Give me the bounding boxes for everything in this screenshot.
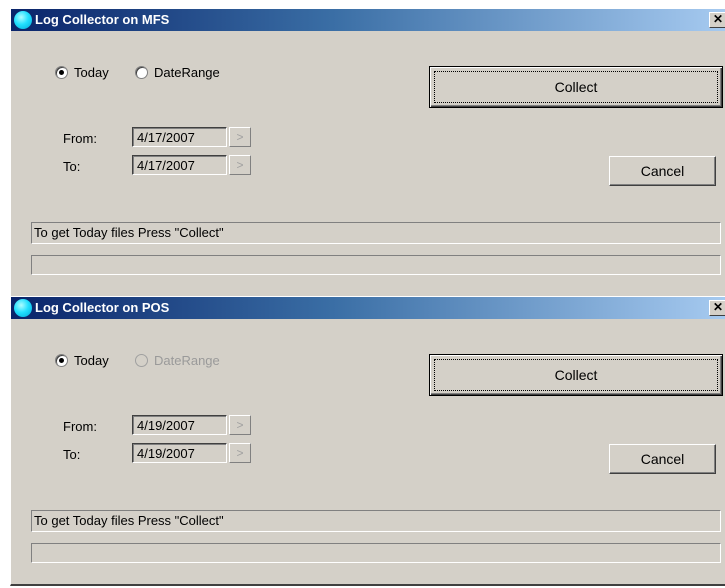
to-label: To: [63,447,81,462]
log-collector-window-pos: Log Collector on POS ✕ Today DateRange F… [10,296,725,586]
window-title: Log Collector on MFS [35,12,170,27]
radio-daterange: DateRange [135,353,220,368]
radio-daterange-indicator [135,354,148,367]
radio-daterange-indicator[interactable] [135,66,148,79]
to-date-arrow-button[interactable]: > [229,155,251,175]
radio-daterange-label: DateRange [154,353,220,368]
radio-daterange[interactable]: DateRange [135,65,220,80]
log-collector-window-mfs: Log Collector on MFS ✕ Today DateRange F… [10,8,725,298]
status-text-field: To get Today files Press "Collect" [31,510,721,532]
close-button[interactable]: ✕ [709,12,725,28]
to-label: To: [63,159,81,174]
app-globe-icon [14,299,32,317]
close-button[interactable]: ✕ [709,300,725,316]
collect-button[interactable]: Collect [429,66,723,108]
radio-today[interactable]: Today [55,353,109,368]
from-label: From: [63,131,97,146]
app-globe-icon [14,11,32,29]
from-date-arrow-button[interactable]: > [229,127,251,147]
radio-today-label: Today [74,353,109,368]
from-date-arrow-button[interactable]: > [229,415,251,435]
to-date-field[interactable]: 4/17/2007 [132,155,227,175]
cancel-button[interactable]: Cancel [609,156,716,186]
from-date-field[interactable]: 4/19/2007 [132,415,227,435]
radio-today-indicator[interactable] [55,66,68,79]
from-date-field[interactable]: 4/17/2007 [132,127,227,147]
radio-daterange-label: DateRange [154,65,220,80]
radio-today-indicator[interactable] [55,354,68,367]
to-date-arrow-button[interactable]: > [229,443,251,463]
status-text-field: To get Today files Press "Collect" [31,222,721,244]
progress-bar [31,255,721,275]
to-date-field[interactable]: 4/19/2007 [132,443,227,463]
radio-today[interactable]: Today [55,65,109,80]
title-bar[interactable]: Log Collector on MFS ✕ [11,9,725,31]
from-label: From: [63,419,97,434]
radio-today-label: Today [74,65,109,80]
title-bar[interactable]: Log Collector on POS ✕ [11,297,725,319]
progress-bar [31,543,721,563]
cancel-button[interactable]: Cancel [609,444,716,474]
collect-button[interactable]: Collect [429,354,723,396]
window-title: Log Collector on POS [35,300,170,315]
